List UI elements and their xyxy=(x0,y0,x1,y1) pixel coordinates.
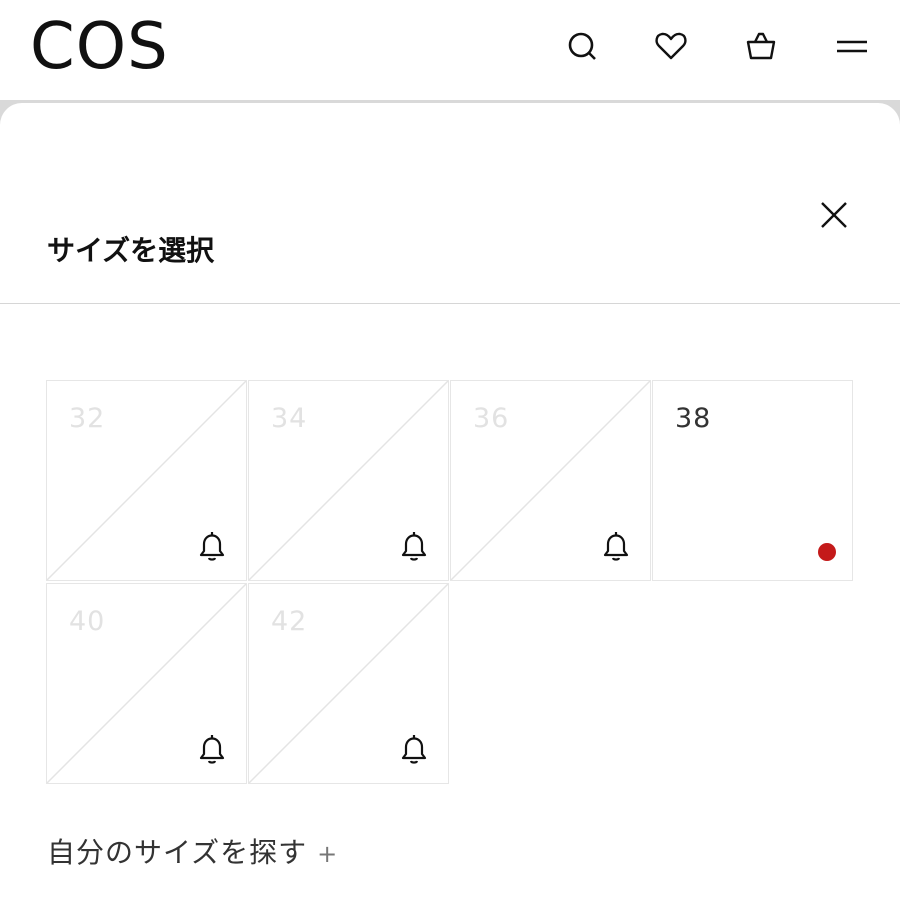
menu-icon[interactable] xyxy=(834,28,870,64)
size-option-40[interactable]: 40 xyxy=(46,583,247,784)
find-my-size-link[interactable]: 自分のサイズを探す + xyxy=(47,831,338,871)
size-label: 42 xyxy=(271,606,308,637)
expand-plus-icon: + xyxy=(317,840,339,868)
size-label: 32 xyxy=(69,403,106,434)
bell-icon xyxy=(401,735,427,764)
search-icon[interactable] xyxy=(564,28,600,64)
header-divider xyxy=(0,303,900,304)
size-option-32[interactable]: 32 xyxy=(46,380,247,581)
size-label: 36 xyxy=(473,403,510,434)
cos-logo[interactable]: COS xyxy=(30,12,169,82)
close-icon[interactable] xyxy=(812,193,856,237)
size-label: 40 xyxy=(69,606,106,637)
size-label: 38 xyxy=(675,403,712,434)
size-option-36[interactable]: 36 xyxy=(450,380,651,581)
size-option-34[interactable]: 34 xyxy=(248,380,449,581)
in-stock-dot xyxy=(818,543,836,561)
bell-icon xyxy=(199,532,225,561)
bell-icon xyxy=(199,735,225,764)
bell-icon xyxy=(603,532,629,561)
size-grid: 32 34 36 38 40 42 xyxy=(46,380,854,786)
size-label: 34 xyxy=(271,403,308,434)
size-select-sheet: サイズを選択 32 34 36 38 40 42 自分のサイズを探す + xyxy=(0,103,900,900)
bell-icon xyxy=(401,532,427,561)
heart-icon[interactable] xyxy=(653,28,689,64)
size-option-38[interactable]: 38 xyxy=(652,380,853,581)
sheet-title: サイズを選択 xyxy=(47,234,215,267)
find-size-label: 自分のサイズを探す xyxy=(47,836,308,869)
size-option-42[interactable]: 42 xyxy=(248,583,449,784)
bag-icon[interactable] xyxy=(743,28,779,64)
site-header: COS xyxy=(0,0,900,100)
